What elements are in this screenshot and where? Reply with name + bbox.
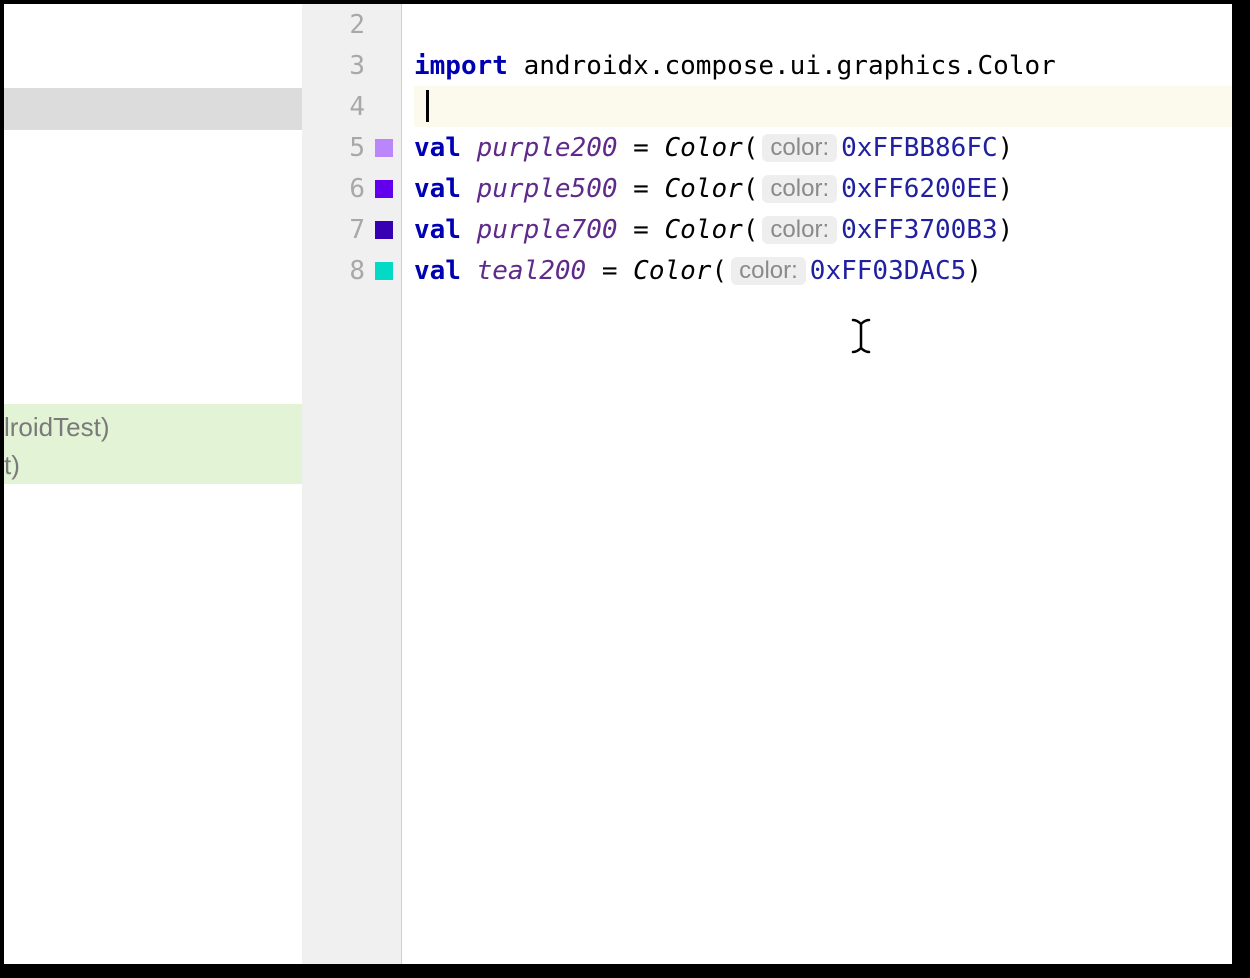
class-color: Color	[664, 215, 742, 245]
hex-literal: 0xFF03DAC5	[810, 256, 967, 286]
line-number: 4	[335, 92, 365, 122]
project-sidebar[interactable]: lroidTest) t)	[4, 4, 302, 964]
line-number: 7	[335, 215, 365, 245]
color-swatch-icon[interactable]	[375, 139, 393, 157]
class-color: Color	[664, 174, 742, 204]
code-line-5[interactable]: val purple200 = Color(color:0xFFBB86FC)	[414, 127, 1232, 168]
param-hint: color:	[762, 175, 837, 203]
gutter-row[interactable]: 3	[302, 45, 401, 86]
keyword-val: val	[414, 256, 461, 286]
identifier-purple500: purple500	[477, 174, 618, 204]
sidebar-test-folder[interactable]: lroidTest) t)	[4, 404, 302, 484]
color-swatch-icon	[375, 57, 393, 75]
code-editor[interactable]: import androidx.compose.ui.graphics.Colo…	[402, 4, 1232, 964]
line-number: 5	[335, 133, 365, 163]
color-swatch-icon	[375, 98, 393, 116]
param-hint: color:	[762, 216, 837, 244]
hex-literal: 0xFF6200EE	[841, 174, 998, 204]
gutter-row[interactable]: 4	[302, 86, 401, 127]
param-hint: color:	[762, 134, 837, 162]
line-number: 3	[335, 51, 365, 81]
code-line-4-current[interactable]	[414, 86, 1232, 127]
identifier-purple200: purple200	[477, 133, 618, 163]
code-line-7[interactable]: val purple700 = Color(color:0xFF3700B3)	[414, 209, 1232, 250]
class-color: Color	[633, 256, 711, 286]
code-line-8[interactable]: val teal200 = Color(color:0xFF03DAC5)	[414, 250, 1232, 291]
editor-frame: lroidTest) t) 2 3 4 5 6 7 8	[4, 4, 1232, 964]
hex-literal: 0xFFBB86FC	[841, 133, 998, 163]
keyword-val: val	[414, 215, 461, 245]
line-number: 8	[335, 256, 365, 286]
import-path: androidx.compose.ui.graphics.Color	[508, 51, 1056, 81]
sidebar-selection-band[interactable]	[4, 88, 302, 130]
color-swatch-icon[interactable]	[375, 221, 393, 239]
keyword-val: val	[414, 133, 461, 163]
sidebar-test-line2: t)	[4, 446, 302, 484]
mouse-text-cursor-icon	[850, 318, 872, 362]
code-line-6[interactable]: val purple500 = Color(color:0xFF6200EE)	[414, 168, 1232, 209]
code-line-3[interactable]: import androidx.compose.ui.graphics.Colo…	[414, 45, 1232, 86]
gutter-row[interactable]: 2	[302, 4, 401, 45]
keyword-import: import	[414, 51, 508, 81]
hex-literal: 0xFF3700B3	[841, 215, 998, 245]
gutter-row[interactable]: 6	[302, 168, 401, 209]
identifier-teal200: teal200	[477, 256, 587, 286]
color-swatch-icon[interactable]	[375, 180, 393, 198]
param-hint: color:	[731, 257, 806, 285]
gutter-row[interactable]: 5	[302, 127, 401, 168]
keyword-val: val	[414, 174, 461, 204]
line-number: 2	[335, 10, 365, 40]
identifier-purple700: purple700	[477, 215, 618, 245]
color-swatch-icon	[375, 16, 393, 34]
editor-gutter[interactable]: 2 3 4 5 6 7 8	[302, 4, 402, 964]
text-caret	[426, 90, 429, 122]
line-number: 6	[335, 174, 365, 204]
class-color: Color	[664, 133, 742, 163]
color-swatch-icon[interactable]	[375, 262, 393, 280]
sidebar-test-line1: lroidTest)	[4, 408, 302, 446]
code-line-2[interactable]	[414, 4, 1232, 45]
gutter-row[interactable]: 8	[302, 250, 401, 291]
gutter-row[interactable]: 7	[302, 209, 401, 250]
